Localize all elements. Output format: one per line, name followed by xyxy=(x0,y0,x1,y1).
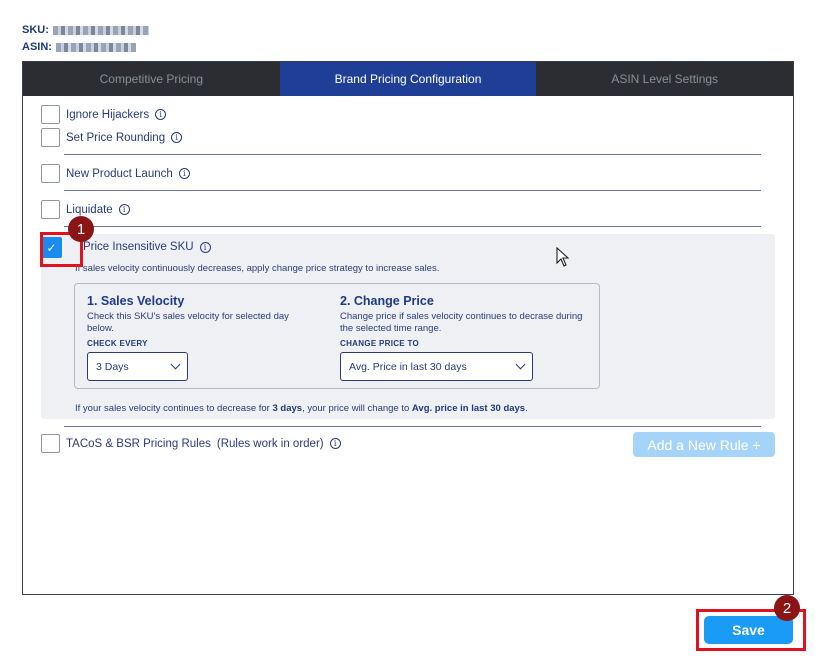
ignore-hijackers-label: Ignore Hijackers xyxy=(66,108,150,121)
price-insensitive-label: Price Insensitive SKU xyxy=(83,241,194,253)
strategy-box: 1. Sales Velocity Check this SKU's sales… xyxy=(74,283,600,389)
step-badge-2: 2 xyxy=(774,595,800,621)
set-price-rounding-checkbox[interactable] xyxy=(41,128,60,147)
change-price-to-label: CHANGE PRICE TO xyxy=(340,339,420,348)
sku-label: SKU: xyxy=(22,24,49,36)
new-product-launch-row: New Product Launch i xyxy=(41,164,190,183)
check-every-value: 3 Days xyxy=(96,360,129,373)
ignore-hijackers-row: Ignore Hijackers i xyxy=(41,105,167,124)
asin-line: ASIN: xyxy=(22,41,136,53)
liquidate-label: Liquidate xyxy=(66,203,113,216)
change-price-select[interactable]: Avg. Price in last 30 days xyxy=(340,352,533,381)
tab-bar: Competitive Pricing Brand Pricing Config… xyxy=(23,62,793,96)
change-price-desc: Change price if sales velocity continues… xyxy=(340,311,583,334)
info-icon[interactable]: i xyxy=(171,132,183,143)
liquidate-checkbox[interactable] xyxy=(41,200,60,219)
tacos-bsr-row: TACoS & BSR Pricing Rules (Rules work in… xyxy=(41,434,341,453)
chevron-down-icon xyxy=(170,359,181,370)
change-price-value: Avg. Price in last 30 days xyxy=(349,360,467,373)
info-icon[interactable]: i xyxy=(199,241,211,253)
strategy-summary: If your sales velocity continues to decr… xyxy=(75,403,528,414)
summary-text: . xyxy=(525,403,528,414)
step-badge-1: 1 xyxy=(68,216,94,242)
info-icon[interactable]: i xyxy=(178,168,190,179)
sales-velocity-title: 1. Sales Velocity xyxy=(87,294,185,308)
new-product-launch-label: New Product Launch xyxy=(66,167,173,180)
info-icon[interactable]: i xyxy=(118,204,130,215)
summary-text: If your sales velocity continues to decr… xyxy=(75,403,273,414)
summary-days: 3 days xyxy=(272,403,303,414)
set-price-rounding-label: Set Price Rounding xyxy=(66,131,166,144)
price-insensitive-description: If sales velocity continuously decreases… xyxy=(75,263,440,274)
tab-competitive-pricing[interactable]: Competitive Pricing xyxy=(23,62,280,96)
tacos-bsr-label: TACoS & BSR Pricing Rules xyxy=(66,437,211,450)
asin-value-redacted xyxy=(55,42,136,52)
asin-label: ASIN: xyxy=(22,41,52,53)
change-price-title: 2. Change Price xyxy=(340,294,434,308)
summary-text: , your price will change to xyxy=(302,403,412,414)
sales-velocity-desc: Check this SKU's sales velocity for sele… xyxy=(87,311,289,334)
ignore-hijackers-checkbox[interactable] xyxy=(41,105,60,124)
divider xyxy=(64,226,761,227)
divider xyxy=(64,426,761,427)
price-insensitive-title: Price Insensitive SKU i xyxy=(83,241,211,253)
new-product-launch-checkbox[interactable] xyxy=(41,164,60,183)
check-every-select[interactable]: 3 Days xyxy=(87,352,188,381)
change-price-column: 2. Change Price Change price if sales ve… xyxy=(340,294,585,348)
check-every-label: CHECK EVERY xyxy=(87,339,148,348)
divider xyxy=(64,190,761,191)
add-new-rule-button[interactable]: Add a New Rule + xyxy=(633,432,775,457)
sku-line: SKU: xyxy=(22,24,149,36)
tacos-bsr-note: (Rules work in order) xyxy=(216,437,324,450)
price-insensitive-section: ✓ Price Insensitive SKU i If sales veloc… xyxy=(41,234,775,419)
tab-asin-level-settings[interactable]: ASIN Level Settings xyxy=(536,62,793,96)
chevron-down-icon xyxy=(515,359,526,370)
info-icon[interactable]: i xyxy=(329,438,341,449)
set-price-rounding-row: Set Price Rounding i xyxy=(41,128,183,147)
divider xyxy=(64,154,761,155)
settings-panel: Competitive Pricing Brand Pricing Config… xyxy=(22,61,794,595)
summary-price: Avg. price in last 30 days xyxy=(411,403,526,414)
tab-brand-pricing-configuration[interactable]: Brand Pricing Configuration xyxy=(279,62,537,96)
sku-value-redacted xyxy=(52,25,149,35)
mouse-pointer-icon xyxy=(556,247,570,267)
sales-velocity-column: 1. Sales Velocity Check this SKU's sales… xyxy=(87,294,317,348)
tacos-bsr-checkbox[interactable] xyxy=(41,434,60,453)
info-icon[interactable]: i xyxy=(155,109,167,120)
